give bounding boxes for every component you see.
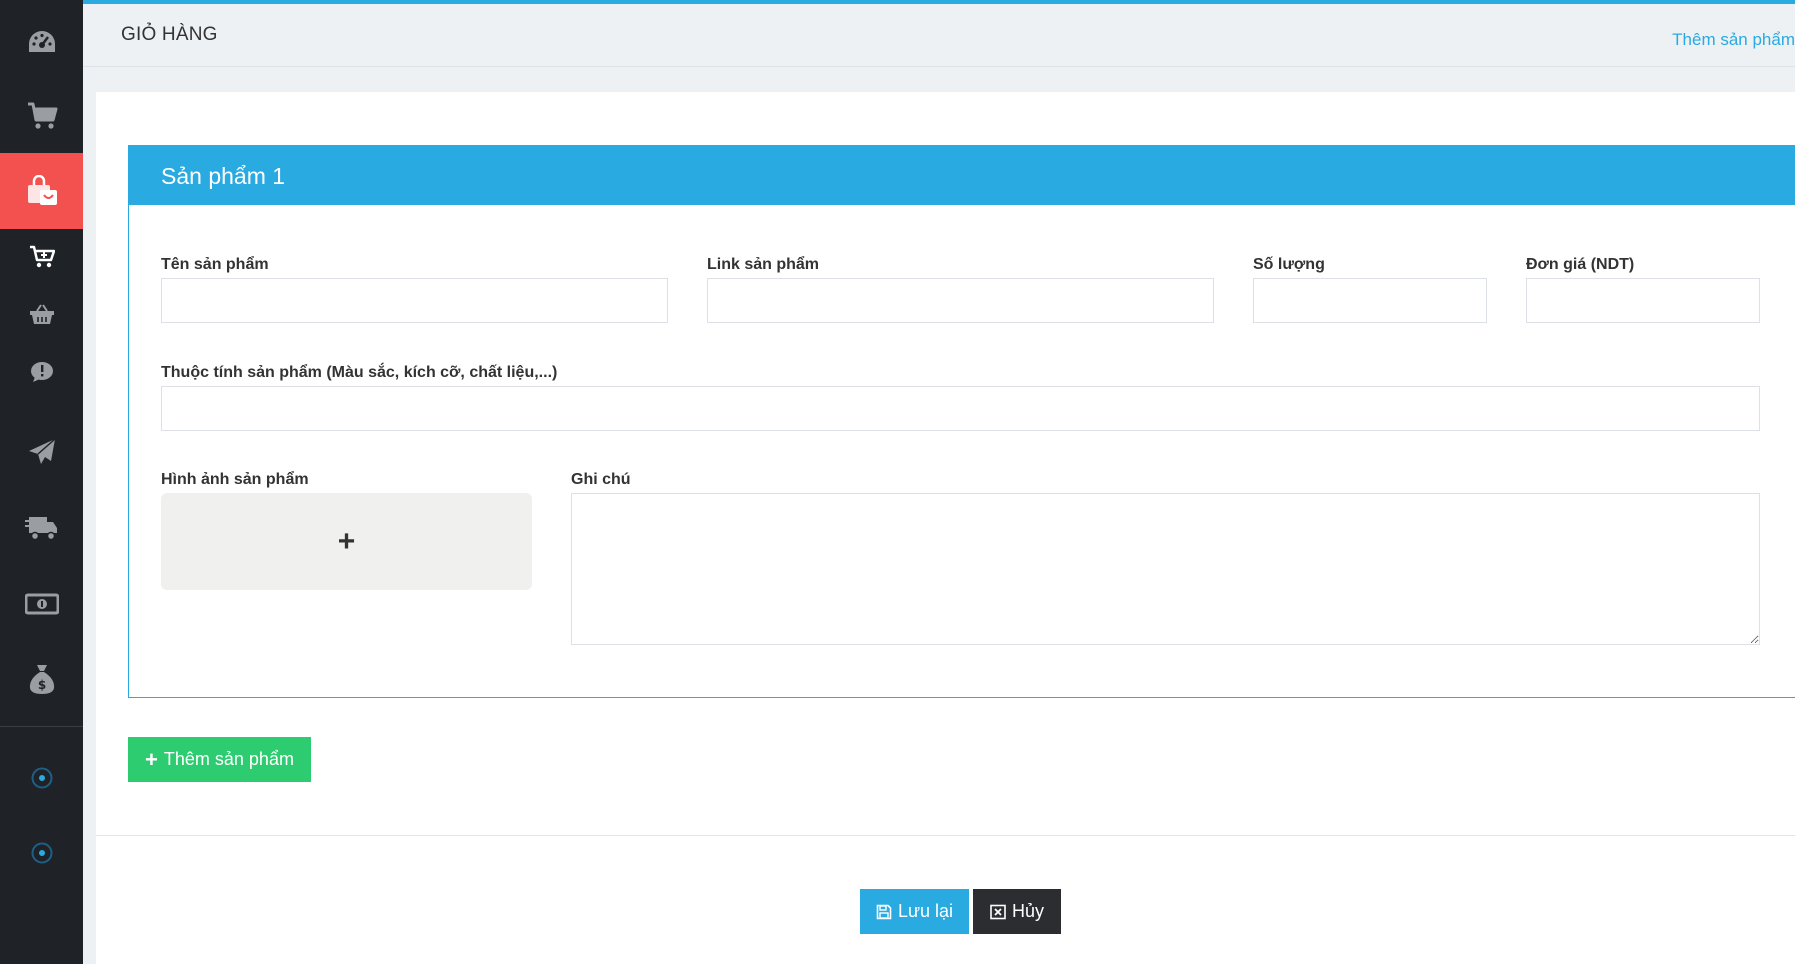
page-title: GIỎ HÀNG bbox=[121, 24, 218, 45]
plus-icon: + bbox=[145, 746, 158, 772]
money-bag-icon: $ bbox=[29, 664, 54, 694]
cancel-label: Hủy bbox=[1011, 901, 1044, 921]
quantity-label: Số lượng bbox=[1253, 256, 1325, 273]
sidebar-item-shipping[interactable] bbox=[0, 490, 83, 566]
cart-icon bbox=[27, 102, 57, 129]
product-panel-title: Sản phẩm 1 bbox=[161, 163, 286, 189]
product-panel: Sản phẩm 1 Tên sản phẩm Link sản phẩm Số… bbox=[128, 145, 1795, 698]
sidebar-item-cart[interactable] bbox=[0, 78, 83, 153]
unit-price-input[interactable] bbox=[1526, 278, 1760, 323]
note-label: Ghi chú bbox=[571, 471, 631, 488]
product-panel-header: Sản phẩm 1 bbox=[129, 146, 1795, 205]
truck-icon bbox=[24, 517, 57, 541]
save-label: Lưu lại bbox=[897, 901, 954, 921]
main-content: Sản phẩm 1 Tên sản phẩm Link sản phẩm Số… bbox=[96, 92, 1795, 964]
quantity-input[interactable] bbox=[1253, 278, 1487, 323]
sidebar-item-cart-plus[interactable] bbox=[0, 229, 83, 284]
sidebar-item-extra-1[interactable] bbox=[0, 740, 83, 815]
sidebar-item-dashboard[interactable] bbox=[0, 5, 83, 78]
product-name-label: Tên sản phẩm bbox=[161, 256, 269, 273]
cancel-button[interactable]: Hủy bbox=[973, 889, 1061, 934]
money-icon bbox=[24, 593, 59, 614]
close-box-icon bbox=[990, 904, 1006, 919]
add-product-link[interactable]: Thêm sản phẩm bbox=[1672, 30, 1795, 50]
paper-plane-icon bbox=[28, 438, 55, 464]
sidebar-item-basket[interactable] bbox=[0, 284, 83, 344]
sidebar-item-send[interactable] bbox=[0, 414, 83, 490]
basket-icon bbox=[29, 304, 54, 324]
circle-dot-icon bbox=[31, 842, 52, 863]
plus-icon: + bbox=[337, 524, 356, 558]
sidebar-item-shopping-bag[interactable] bbox=[0, 153, 83, 229]
note-textarea[interactable] bbox=[571, 493, 1760, 645]
attributes-input[interactable] bbox=[161, 386, 1760, 431]
save-icon bbox=[876, 904, 892, 919]
product-link-label: Link sản phẩm bbox=[707, 256, 820, 273]
footer-divider bbox=[96, 835, 1795, 836]
sidebar-divider bbox=[0, 726, 83, 727]
cart-plus-icon bbox=[29, 245, 55, 267]
add-product-label: Thêm sản phẩm bbox=[163, 749, 294, 769]
sidebar-item-feedback[interactable] bbox=[0, 344, 83, 399]
save-button[interactable]: Lưu lại bbox=[860, 889, 969, 934]
unit-price-label: Đơn giá (NDT) bbox=[1526, 256, 1635, 273]
product-image-label: Hình ảnh sản phẩm bbox=[161, 471, 309, 488]
sidebar-item-wallet[interactable]: $ bbox=[0, 641, 83, 716]
comment-alert-icon bbox=[30, 361, 53, 382]
image-upload-button[interactable]: + bbox=[161, 493, 532, 590]
product-name-input[interactable] bbox=[161, 278, 668, 323]
add-product-button[interactable]: + Thêm sản phẩm bbox=[128, 737, 311, 782]
product-link-input[interactable] bbox=[707, 278, 1214, 323]
page-header: GIỎ HÀNG Thêm sản phẩm bbox=[83, 0, 1795, 67]
sidebar-item-payment[interactable] bbox=[0, 566, 83, 641]
dashboard-icon bbox=[28, 30, 55, 52]
shopping-bag-icon bbox=[27, 175, 57, 205]
circle-dot-icon bbox=[31, 767, 52, 788]
sidebar-item-extra-2[interactable] bbox=[0, 815, 83, 890]
sidebar: $ bbox=[0, 0, 83, 964]
svg-text:$: $ bbox=[37, 678, 45, 692]
attributes-label: Thuộc tính sản phẩm (Màu sắc, kích cỡ, c… bbox=[161, 364, 558, 381]
